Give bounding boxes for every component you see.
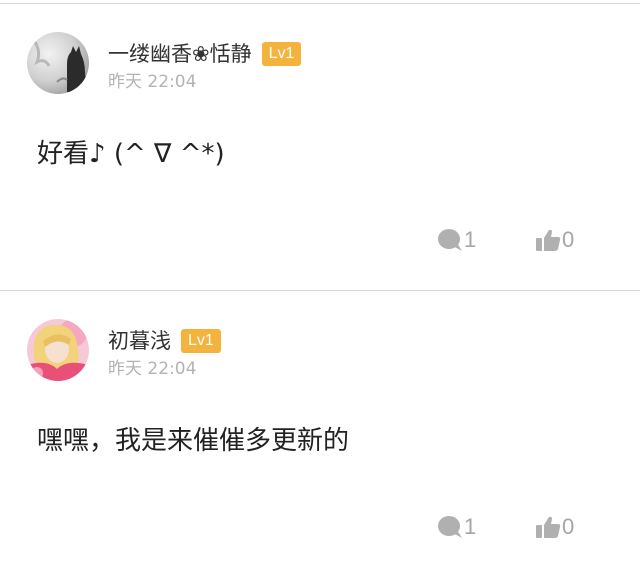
reply-count: 1 (464, 227, 477, 252)
avatar[interactable] (27, 319, 89, 381)
comment-bubble-icon (437, 515, 463, 539)
like-button[interactable]: 0 (535, 222, 574, 258)
comment-text: 好看♪ (^ ∇ ^*) (37, 139, 225, 169)
reply-count: 1 (464, 514, 477, 539)
level-badge: Lv1 (181, 329, 221, 353)
reply-button[interactable]: 1 (437, 222, 476, 258)
username[interactable]: 初暮浅 (108, 327, 171, 355)
reply-button[interactable]: 1 (437, 509, 476, 545)
comment-item: 一缕幽香❀恬静 Lv1 昨天 22:04 好看♪ (^ ∇ ^*) 1 0 (0, 4, 640, 290)
thumbs-up-icon (535, 228, 561, 252)
username[interactable]: 一缕幽香❀恬静 (108, 40, 252, 68)
like-count: 0 (562, 514, 575, 539)
comment-bubble-icon (437, 228, 463, 252)
comment-item: 初暮浅 Lv1 昨天 22:04 嘿嘿，我是来催催多更新的 1 0 (0, 291, 640, 569)
timestamp: 昨天 22:04 (108, 359, 197, 379)
thumbs-up-icon (535, 515, 561, 539)
avatar-girl-photo-icon (27, 319, 89, 381)
user-header: 一缕幽香❀恬静 Lv1 (108, 40, 302, 68)
like-button[interactable]: 0 (535, 509, 574, 545)
timestamp: 昨天 22:04 (108, 72, 197, 92)
avatar-cat-photo-icon (27, 32, 89, 94)
like-count: 0 (562, 227, 575, 252)
avatar[interactable] (27, 32, 89, 94)
level-badge: Lv1 (261, 42, 302, 66)
user-header: 初暮浅 Lv1 (108, 327, 221, 355)
comment-text: 嘿嘿，我是来催催多更新的 (37, 426, 350, 456)
